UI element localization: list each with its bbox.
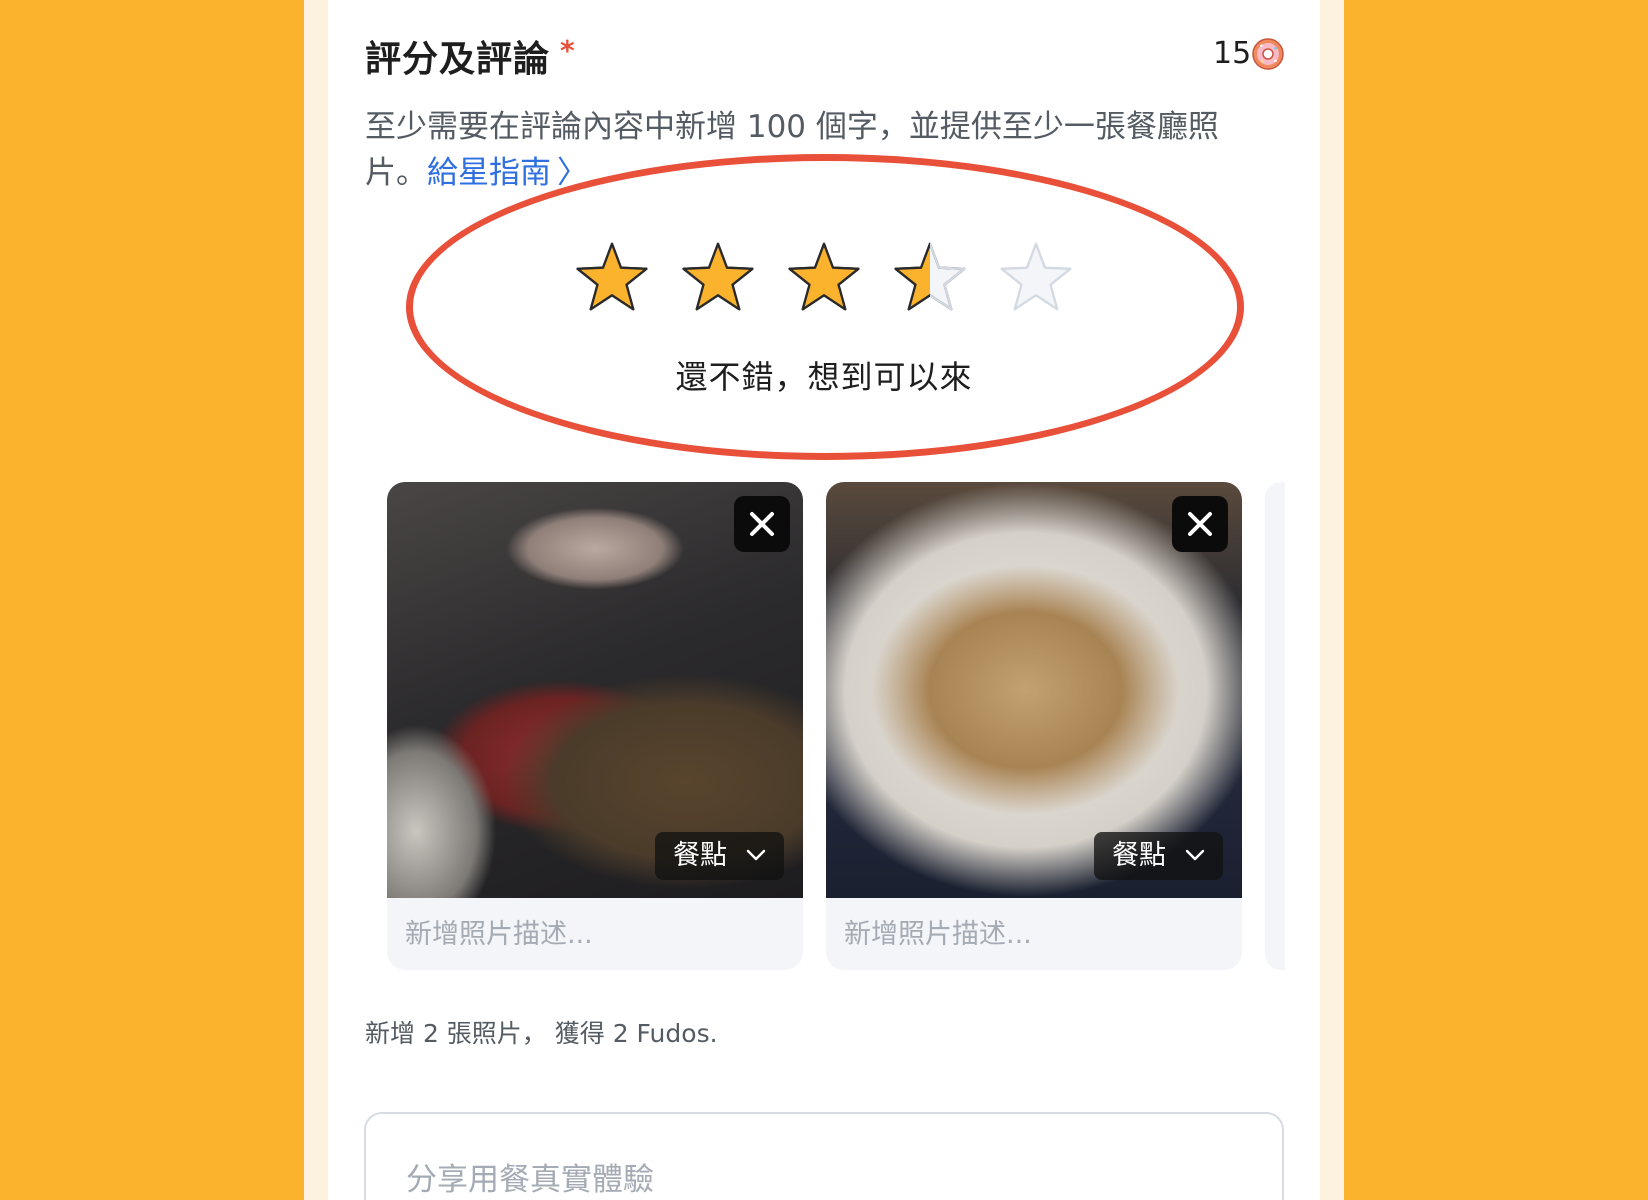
review-textarea[interactable]	[366, 1114, 1282, 1200]
required-marker: *	[560, 34, 575, 67]
rating-guide-link[interactable]: 給星指南	[427, 155, 551, 191]
photo-card: 餐點	[387, 482, 803, 970]
chevron-down-icon	[1185, 849, 1204, 860]
photo-card: 餐點	[826, 482, 1242, 970]
review-text-box	[364, 1112, 1284, 1200]
star-icon[interactable]	[570, 240, 654, 320]
donut-icon	[1252, 38, 1284, 70]
close-icon	[1188, 512, 1212, 536]
rating-label: 還不錯，想到可以來	[675, 358, 973, 396]
photos-reward-note: 新增 2 張照片， 獲得 2 Fudos.	[365, 1019, 718, 1048]
photo-category-dropdown[interactable]: 餐點	[1094, 832, 1223, 880]
star-icon[interactable]	[676, 240, 760, 320]
points-count: 15	[1213, 36, 1252, 71]
photo-category-label: 餐點	[1112, 840, 1166, 871]
photo-category-dropdown[interactable]: 餐點	[655, 832, 784, 880]
star-icon[interactable]	[888, 240, 972, 320]
photo-category-label: 餐點	[673, 840, 727, 871]
star-icon[interactable]	[994, 240, 1078, 320]
star-rating[interactable]	[570, 240, 1080, 320]
chevron-down-icon	[746, 849, 765, 860]
remove-photo-button[interactable]	[734, 496, 790, 552]
star-icon[interactable]	[782, 240, 866, 320]
close-icon	[750, 512, 774, 536]
remove-photo-button[interactable]	[1172, 496, 1228, 552]
photo-caption-input[interactable]	[826, 898, 1242, 970]
section-title: 評分及評論	[365, 39, 551, 80]
next-photo-card-peek[interactable]	[1265, 482, 1285, 970]
photo-caption-input[interactable]	[387, 898, 803, 970]
